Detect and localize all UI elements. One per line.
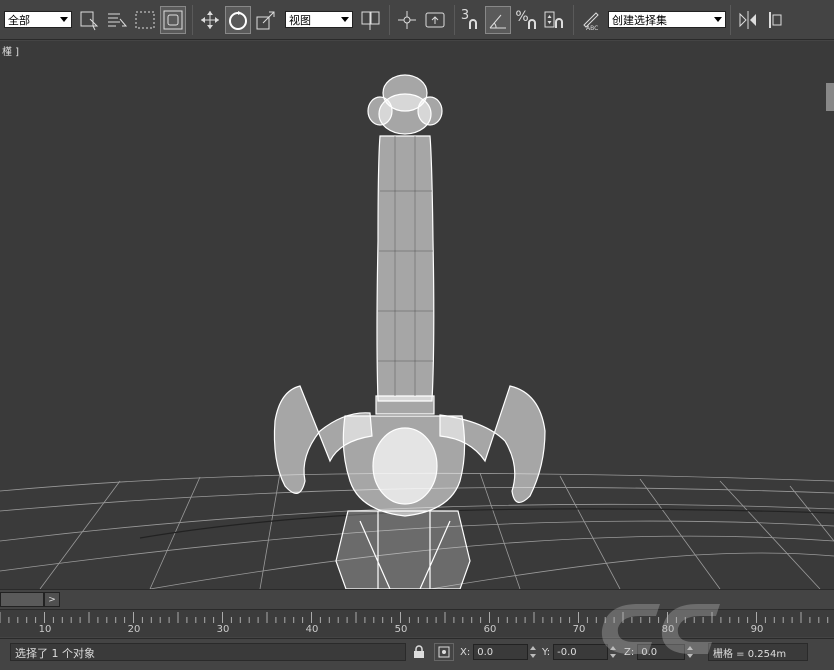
named-selection-set-value: 创建选择集 (612, 13, 667, 27)
align-button[interactable] (763, 6, 789, 34)
mirror-button[interactable] (735, 6, 761, 34)
select-cursor-icon (80, 11, 99, 30)
scale-icon (256, 11, 275, 29)
toolbar-separator (454, 4, 455, 35)
time-slider-thumb[interactable] (0, 592, 44, 607)
rect-selection-region-button[interactable] (132, 6, 158, 34)
angle-snap-button[interactable] (485, 5, 511, 34)
move-arrows-icon (201, 10, 219, 29)
chevron-down-icon (341, 17, 349, 22)
x-label: X: (460, 646, 471, 658)
max-window: { "toolbar": { "selection_filter": "全部",… (0, 0, 834, 670)
reference-coord-value: 视图 (289, 13, 311, 27)
spinner-snap-icon (544, 11, 563, 28)
x-coordinate: X: 0.0 (460, 643, 537, 661)
chevron-down-icon (60, 17, 68, 22)
angle-snap-icon (489, 14, 506, 28)
select-scale-button[interactable] (253, 6, 279, 34)
ruler-tick-label: 70 (572, 624, 586, 635)
pivot-center-button[interactable] (357, 6, 383, 34)
spinner-snap-button[interactable] (541, 6, 567, 34)
prompt-line: 选择了 1 个对象 (10, 643, 406, 661)
select-manipulate-button[interactable] (394, 6, 420, 34)
x-input[interactable]: 0.0 (473, 644, 529, 660)
sword-mesh (273, 74, 546, 589)
keyboard-toggle-icon (425, 12, 445, 27)
magnet-icon (469, 18, 478, 29)
window-crossing-icon (163, 10, 183, 29)
percent-snap-button[interactable]: % (513, 6, 539, 34)
ruler-tick-label: 20 (127, 624, 141, 635)
named-selection-set-dropdown[interactable]: 创建选择集 (608, 11, 726, 28)
keyboard-shortcut-toggle-button[interactable] (422, 6, 448, 34)
rect-marquee-icon (135, 11, 155, 28)
absolute-mode-button[interactable] (434, 643, 454, 661)
rotate-icon (229, 10, 247, 30)
window-crossing-button[interactable] (160, 5, 186, 34)
edit-named-selection-button[interactable]: ABC (578, 6, 604, 34)
toolbar-separator (573, 4, 574, 35)
ruler-tick-label: 60 (483, 624, 497, 635)
select-by-name-button[interactable] (104, 6, 130, 34)
reference-coord-dropdown[interactable]: 视图 (285, 11, 353, 28)
lock-icon (414, 645, 424, 658)
next-frame-button[interactable]: > (44, 592, 60, 607)
wireframe-scene (0, 74, 834, 589)
svg-text:ABC: ABC (586, 25, 598, 31)
pivot-center-icon (361, 11, 380, 30)
toolbar-separator (389, 4, 390, 35)
selection-filter-dropdown[interactable]: 全部 (4, 11, 72, 28)
list-select-icon (108, 13, 128, 26)
mirror-icon (739, 10, 756, 29)
select-rotate-button[interactable] (225, 5, 251, 34)
percent-label: % (515, 8, 529, 25)
snap-count-label: 3 (460, 8, 470, 23)
select-object-button[interactable] (76, 6, 102, 34)
selection-lock-button[interactable] (410, 643, 428, 661)
edit-named-selection-icon: ABC (583, 11, 599, 31)
main-toolbar: 全部 视图 3 % ABC 创建选择集 (0, 0, 834, 40)
snap-toggle-button[interactable]: 3 (459, 6, 483, 34)
watermark-logo (601, 604, 720, 654)
manipulate-icon (398, 10, 416, 29)
toolbar-separator (192, 4, 193, 35)
toolbar-separator (730, 4, 731, 35)
align-icon (769, 11, 782, 28)
y-label: Y: (542, 646, 551, 658)
ruler-tick-label: 30 (216, 624, 230, 635)
ruler-tick-label: 10 (38, 624, 52, 635)
ruler-tick-label: 40 (305, 624, 319, 635)
x-spinner[interactable] (529, 644, 537, 660)
ruler-tick-label: 50 (394, 624, 408, 635)
perspective-viewport[interactable]: 槿 ] (0, 41, 834, 589)
transform-mode-icon (438, 646, 450, 658)
selection-filter-value: 全部 (8, 13, 30, 27)
select-move-button[interactable] (197, 6, 223, 34)
chevron-down-icon (714, 17, 722, 22)
